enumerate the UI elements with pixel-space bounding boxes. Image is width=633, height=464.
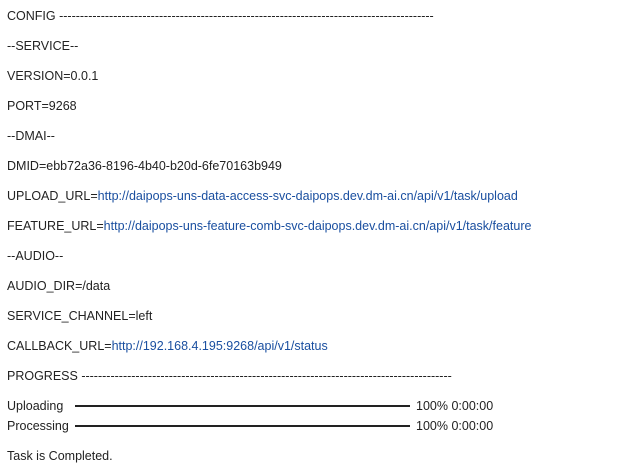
audio-section-header: --AUDIO--: [7, 249, 64, 263]
upload-url-link[interactable]: http://daipops-uns-data-access-svc-daipo…: [98, 189, 518, 203]
service-channel-line: SERVICE_CHANNEL=left: [7, 309, 153, 323]
uploading-percent: 100%: [416, 399, 448, 413]
feature-url-link[interactable]: http://daipops-uns-feature-comb-svc-daip…: [104, 219, 532, 233]
port-line: PORT=9268: [7, 99, 77, 113]
callback-url-key: CALLBACK_URL=: [7, 339, 112, 353]
feature-url-key: FEATURE_URL=: [7, 219, 104, 233]
callback-url-link[interactable]: http://192.168.4.195:9268/api/v1/status: [112, 339, 328, 353]
uploading-label: Uploading: [7, 399, 64, 413]
uploading-progress-row: Uploading 100% 0:00:00: [7, 398, 493, 414]
upload-url-key: UPLOAD_URL=: [7, 189, 98, 203]
uploading-progress-fill: [75, 405, 410, 407]
progress-section-header: PROGRESS -------------------------------…: [7, 369, 452, 383]
service-section-header: --SERVICE--: [7, 39, 79, 53]
config-header: CONFIG ---------------------------------…: [7, 9, 434, 23]
uploading-progress-bar: [75, 405, 410, 407]
processing-progress-bar: [75, 425, 410, 427]
processing-time: 0:00:00: [451, 419, 494, 433]
completion-message: Task is Completed.: [7, 449, 113, 463]
dmid-line: DMID=ebb72a36-8196-4b40-b20d-6fe70163b94…: [7, 159, 282, 173]
processing-label: Processing: [7, 419, 69, 433]
uploading-time: 0:00:00: [451, 399, 494, 413]
audio-dir-line: AUDIO_DIR=/data: [7, 279, 111, 293]
feature-url-line: FEATURE_URL=http://daipops-uns-feature-c…: [7, 218, 531, 234]
processing-progress-fill: [75, 425, 410, 427]
callback-url-line: CALLBACK_URL=http://192.168.4.195:9268/a…: [7, 338, 328, 354]
upload-url-line: UPLOAD_URL=http://daipops-uns-data-acces…: [7, 188, 518, 204]
dmai-section-header: --DMAI--: [7, 129, 55, 143]
processing-percent: 100%: [416, 419, 448, 433]
processing-progress-row: Processing 100% 0:00:00: [7, 418, 493, 434]
version-line: VERSION=0.0.1: [7, 69, 99, 83]
